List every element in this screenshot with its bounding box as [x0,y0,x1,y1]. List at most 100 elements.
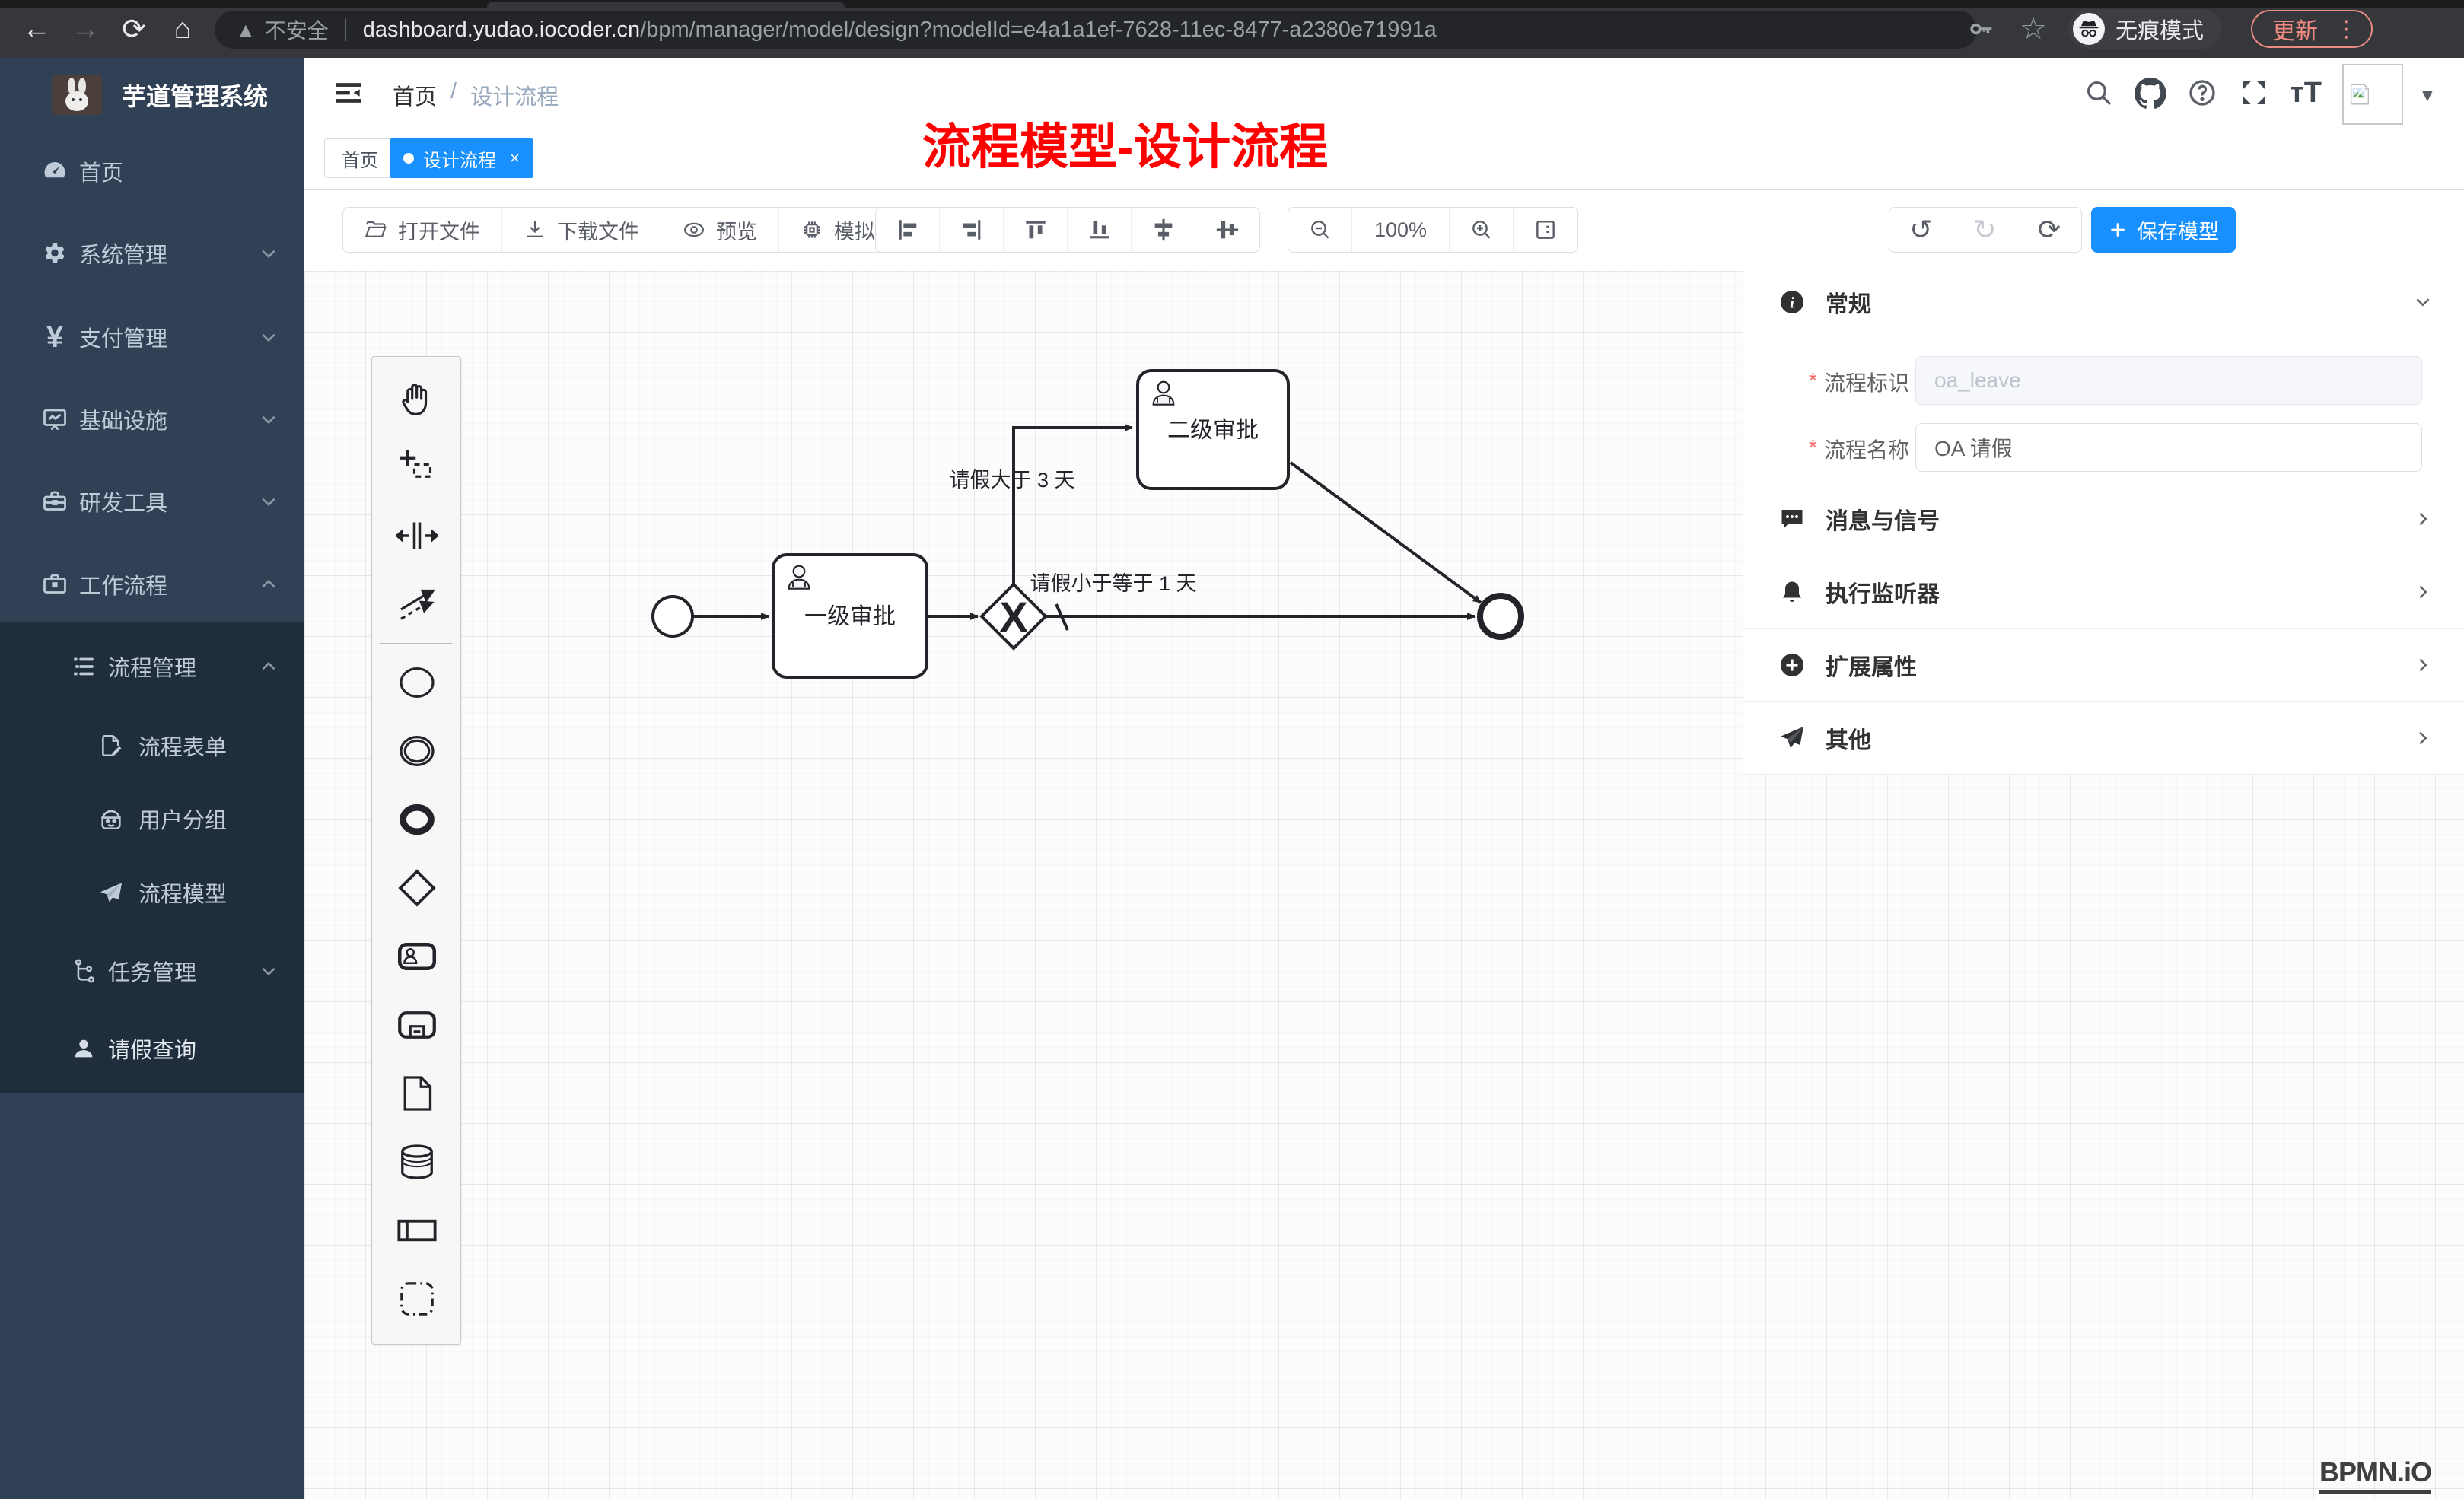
url-divider [345,18,346,41]
search-icon[interactable] [2077,72,2120,114]
github-icon[interactable] [2129,72,2172,114]
app-logo-row[interactable]: 芋道管理系统 [0,58,304,132]
align-center-vertical-icon[interactable] [1132,208,1195,252]
browser-home-button[interactable]: ⌂ [163,9,202,49]
zoom-button-group: 100% [1288,207,1578,253]
browser-update-button[interactable]: 更新 ⋮ [2251,10,2373,48]
required-mark: * [1809,368,1817,393]
tag-home[interactable]: 首页 [324,138,396,178]
browser-forward-button[interactable]: → [65,9,105,49]
align-left-icon[interactable] [876,208,940,252]
preview-button[interactable]: 预览 [661,208,779,252]
restart-icon[interactable]: ⟳ [2017,208,2081,252]
panel-section-general[interactable]: i 常规 [1743,271,2464,333]
fit-viewport-icon[interactable] [1514,208,1577,252]
help-icon[interactable] [2181,72,2224,114]
user-task-level1[interactable]: 一级审批 [773,555,927,677]
undo-icon[interactable]: ↺ [1889,208,1953,252]
chevron-down-icon [259,243,279,263]
sidebar-item-home[interactable]: 首页 [0,133,304,209]
sidebar-item-devtools[interactable]: 研发工具 [0,463,304,539]
panel-section-other[interactable]: 其他 [1743,702,2464,775]
panel-section-message-signal[interactable]: 消息与信号 [1743,482,2464,555]
breadcrumb: 首页 / 设计流程 [393,79,559,111]
start-event[interactable] [653,597,692,636]
avatar-caret-icon[interactable]: ▼ [2418,85,2437,107]
sidebar-item-label: 系统管理 [79,237,167,269]
align-bottom-icon[interactable] [1068,208,1132,252]
align-top-icon[interactable] [1004,208,1068,252]
app-logo-image [52,75,102,115]
align-right-icon[interactable] [940,208,1004,252]
tag-design-process[interactable]: 设计流程 × [390,138,533,178]
font-size-icon[interactable]: ᴛT [2284,72,2327,114]
sidebar-item-process-mgmt[interactable]: 流程管理 [0,629,304,705]
svg-text:i: i [1790,293,1794,311]
sidebar-item-system[interactable]: 系统管理 [0,215,304,291]
sidebar-item-process-model[interactable]: 流程模型 [0,855,304,931]
download-file-button[interactable]: 下载文件 [502,208,661,252]
zoom-in-icon[interactable] [1450,208,1514,252]
chevron-down-icon [2411,291,2434,313]
sidebar-item-leave-query[interactable]: 请假查询 [0,1010,304,1087]
bpmn-io-watermark[interactable]: BPMN.iO [2319,1456,2431,1494]
user-task-level2[interactable]: 二级审批 [1138,371,1288,489]
bpmn-canvas[interactable]: 一级审批 X 二级审批 请假大于 3 天 请假小于等于 1 天 [304,271,2464,1499]
history-button-group: ↺ ↻ ⟳ [1889,207,2082,253]
sidebar-item-task-mgmt[interactable]: 任务管理 [0,933,304,1009]
panel-section-extension-props[interactable]: 扩展属性 [1743,629,2464,702]
key-icon[interactable] [1966,14,1997,44]
tag-label: 设计流程 [423,145,496,172]
tag-label: 首页 [342,145,378,172]
url-bar[interactable]: ▲ 不安全 dashboard.yudao.iocoder.cn/bpm/man… [215,11,1977,49]
flow-label-gt3[interactable]: 请假大于 3 天 [949,469,1074,492]
chevron-up-icon [259,657,279,676]
browser-reload-button[interactable]: ⟳ [114,9,154,49]
process-key-input[interactable] [1915,356,2422,405]
incognito-label: 无痕模式 [2115,13,2204,45]
panel-section-execution-listener[interactable]: 执行监听器 [1743,555,2464,629]
avatar[interactable] [2342,64,2403,125]
flow-label-le1[interactable]: 请假小于等于 1 天 [1030,572,1196,595]
browser-active-tab[interactable] [487,2,845,8]
svg-text:二级审批: 二级审批 [1167,418,1259,443]
security-label[interactable]: 不安全 [265,14,329,45]
bookmark-star-icon[interactable]: ☆ [2020,11,2047,46]
breadcrumb-home[interactable]: 首页 [393,79,437,111]
button-label: 预览 [716,215,757,245]
close-icon[interactable]: × [510,148,520,168]
section-label: 消息与信号 [1826,502,1940,536]
zoom-out-icon[interactable] [1288,208,1352,252]
save-model-button[interactable]: 保存模型 [2091,207,2236,253]
browser-menu-icon[interactable]: ⋮ [2335,16,2357,43]
open-file-button[interactable]: 打开文件 [343,208,502,252]
sidebar-item-user-group[interactable]: 用户分组 [0,781,304,857]
button-label: 打开文件 [398,215,480,245]
process-name-input[interactable] [1915,423,2422,472]
sidebar-fold-icon[interactable] [332,76,365,110]
sidebar-item-label: 用户分组 [138,803,227,835]
sidebar-item-payment[interactable]: ¥ 支付管理 [0,299,304,375]
url-path: /bpm/manager/model/design?modelId=e4a1a1… [640,18,1437,43]
sidebar-item-infra[interactable]: 基础设施 [0,381,304,457]
chevron-up-icon [259,574,279,594]
monitor-icon [38,403,72,436]
sidebar-item-process-form[interactable]: 流程表单 [0,708,304,784]
breadcrumb-separator: / [450,79,457,111]
redo-icon[interactable]: ↻ [1953,208,2017,252]
sidebar-item-label: 研发工具 [79,485,167,517]
fullscreen-icon[interactable] [2233,72,2275,114]
sidebar-item-workflow[interactable]: 工作流程 [0,546,304,622]
browser-back-button[interactable]: ← [17,9,56,49]
end-event[interactable] [1480,596,1521,637]
svg-text:X: X [999,593,1027,641]
document-edit-icon [94,729,128,762]
active-tag-dot [403,153,414,164]
toolbox-icon [38,485,72,518]
chevron-down-icon [259,492,279,511]
sidebar-item-label: 请假查询 [108,1033,196,1065]
required-mark: * [1809,435,1817,460]
flow-gateway-to-task2[interactable] [1014,428,1132,585]
flow-task2-to-end[interactable] [1291,463,1481,603]
align-center-horizontal-icon[interactable] [1195,208,1259,252]
